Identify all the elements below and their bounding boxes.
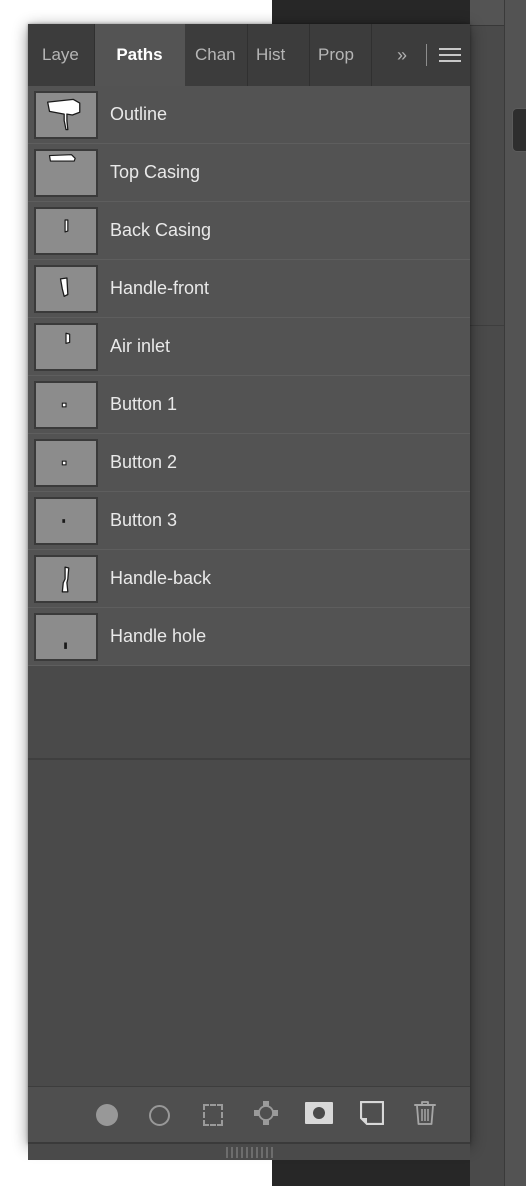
create-new-path-button[interactable] — [345, 1087, 398, 1143]
paths-list-empty-area — [28, 760, 470, 1086]
make-work-path-button[interactable] — [239, 1087, 292, 1143]
paths-panel-toolbar — [28, 1086, 470, 1143]
tab-paths-label: Paths — [116, 45, 163, 64]
path-thumbnail-button-1 — [34, 380, 98, 429]
path-thumbnail-handle-hole — [34, 612, 98, 661]
path-name-label: Button 3 — [110, 510, 178, 530]
overflow-chevron-label: » — [396, 44, 407, 65]
tab-history-label: Hist — [256, 45, 286, 64]
tab-layers[interactable]: Laye — [28, 24, 95, 86]
path-thumbnail-outline — [34, 90, 98, 139]
table-row[interactable]: Air inlet — [28, 318, 470, 376]
path-name-label: Top Casing — [110, 162, 201, 182]
path-thumbnail-back-casing — [34, 206, 98, 255]
add-layer-mask-button[interactable] — [292, 1087, 345, 1143]
new-page-icon — [359, 1100, 384, 1130]
load-path-as-selection-button[interactable] — [186, 1087, 239, 1143]
tab-layers-label: Laye — [42, 45, 79, 64]
fill-path-button[interactable] — [80, 1087, 133, 1143]
overflow-chevron-icon[interactable]: » — [379, 24, 423, 86]
path-name-label: Back Casing — [110, 220, 212, 240]
resize-grip-marks-icon — [225, 1146, 273, 1158]
path-thumbnail-button-2 — [34, 438, 98, 487]
path-name-label: Button 1 — [110, 394, 178, 414]
paths-panel: Laye Paths Chan Hist Prop » Outline Top … — [28, 24, 470, 1160]
tab-history[interactable]: Hist — [248, 24, 310, 86]
mask-icon — [304, 1101, 333, 1129]
dashed-selection-icon — [202, 1104, 223, 1126]
paths-list-area: Outline Top Casing Back Casing Handle-fr… — [28, 86, 470, 1086]
background-far-right-panel — [505, 0, 526, 1186]
tab-channels[interactable]: Chan — [185, 24, 248, 86]
background-tool-button[interactable] — [512, 108, 526, 152]
delete-path-button[interactable] — [398, 1087, 451, 1143]
filled-circle-icon — [95, 1104, 118, 1126]
paths-list-rows: Outline Top Casing Back Casing Handle-fr… — [28, 86, 470, 666]
toolbar-left-spacer — [28, 1087, 80, 1143]
table-row[interactable]: Button 3 — [28, 492, 470, 550]
path-thumbnail-button-3 — [34, 496, 98, 545]
background-canvas-dark-top — [272, 0, 470, 26]
tab-controls-divider — [426, 44, 427, 66]
table-row[interactable]: Button 2 — [28, 434, 470, 492]
path-name-label: Outline — [110, 104, 168, 124]
path-name-label: Button 2 — [110, 452, 178, 472]
table-row[interactable]: Handle hole — [28, 608, 470, 666]
path-thumbnail-top-casing — [34, 148, 98, 197]
tab-properties[interactable]: Prop — [310, 24, 372, 86]
table-row[interactable]: Button 1 — [28, 376, 470, 434]
path-thumbnail-air-inlet — [34, 322, 98, 371]
path-thumbnail-handle-front — [34, 264, 98, 313]
path-name-label: Handle-back — [110, 568, 212, 588]
circle-outline-icon — [149, 1104, 170, 1126]
table-row[interactable]: Outline — [28, 86, 470, 144]
table-row[interactable]: Top Casing — [28, 144, 470, 202]
hamburger-menu-icon — [439, 48, 461, 62]
table-row[interactable]: Handle-back — [28, 550, 470, 608]
tab-properties-label: Prop — [318, 45, 354, 64]
table-row[interactable]: Back Casing — [28, 202, 470, 260]
path-thumbnail-handle-back — [34, 554, 98, 603]
path-name-label: Handle-front — [110, 278, 210, 298]
tab-paths[interactable]: Paths — [95, 24, 185, 86]
anchor-points-path-icon — [253, 1100, 279, 1131]
path-name-label: Handle hole — [110, 626, 207, 646]
panel-tab-bar: Laye Paths Chan Hist Prop » — [28, 24, 470, 86]
tab-channels-label: Chan — [195, 45, 236, 64]
trash-icon — [413, 1100, 437, 1131]
panel-tab-controls: » — [379, 24, 470, 86]
table-row[interactable]: Handle-front — [28, 260, 470, 318]
panel-menu-button[interactable] — [430, 24, 470, 86]
stroke-path-button[interactable] — [133, 1087, 186, 1143]
paths-list: Outline Top Casing Back Casing Handle-fr… — [28, 86, 470, 1086]
path-name-label: Air inlet — [110, 336, 171, 356]
panel-resize-grip[interactable] — [28, 1144, 470, 1160]
